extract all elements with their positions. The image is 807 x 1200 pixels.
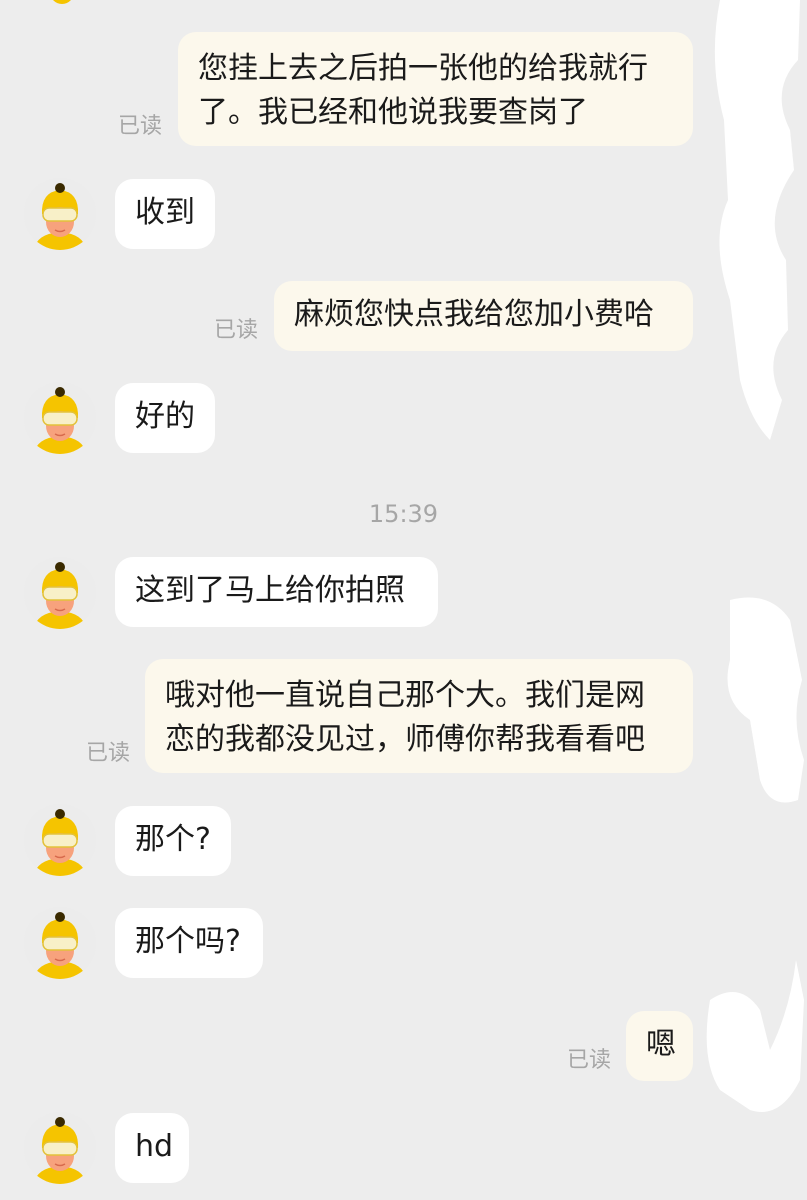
courier-avatar-icon[interactable] [24, 907, 96, 979]
incoming-message[interactable]: 好的 [115, 383, 215, 453]
incoming-message[interactable]: hd [115, 1113, 189, 1183]
courier-avatar-icon[interactable] [24, 178, 96, 250]
outgoing-message[interactable]: 麻烦您快点我给您加小费哈 [274, 281, 693, 351]
avatar-partial-icon [50, 0, 74, 4]
courier-avatar-icon[interactable] [24, 1112, 96, 1184]
courier-avatar-icon[interactable] [24, 804, 96, 876]
outgoing-message[interactable]: 您挂上去之后拍一张他的给我就行了。我已经和他说我要查岗了 [178, 32, 693, 146]
chat-area[interactable]: 已读 您挂上去之后拍一张他的给我就行了。我已经和他说我要查岗了 收到 已读 麻烦… [0, 0, 807, 1200]
courier-avatar-icon[interactable] [24, 557, 96, 629]
redaction-scribble [706, 0, 804, 1112]
read-receipt: 已读 [214, 318, 259, 343]
outgoing-message[interactable]: 嗯 [626, 1011, 693, 1081]
read-receipt: 已读 [567, 1048, 612, 1073]
read-receipt: 已读 [86, 741, 131, 766]
incoming-message[interactable]: 收到 [115, 179, 215, 249]
outgoing-message[interactable]: 哦对他一直说自己那个大。我们是网恋的我都没见过，师傅你帮我看看吧 [145, 659, 693, 773]
courier-avatar-icon[interactable] [24, 382, 96, 454]
message-timestamp: 15:39 [368, 500, 439, 528]
read-receipt: 已读 [118, 114, 163, 139]
incoming-message[interactable]: 那个? [115, 806, 231, 876]
incoming-message[interactable]: 这到了马上给你拍照 [115, 557, 438, 627]
incoming-message[interactable]: 那个吗? [115, 908, 263, 978]
